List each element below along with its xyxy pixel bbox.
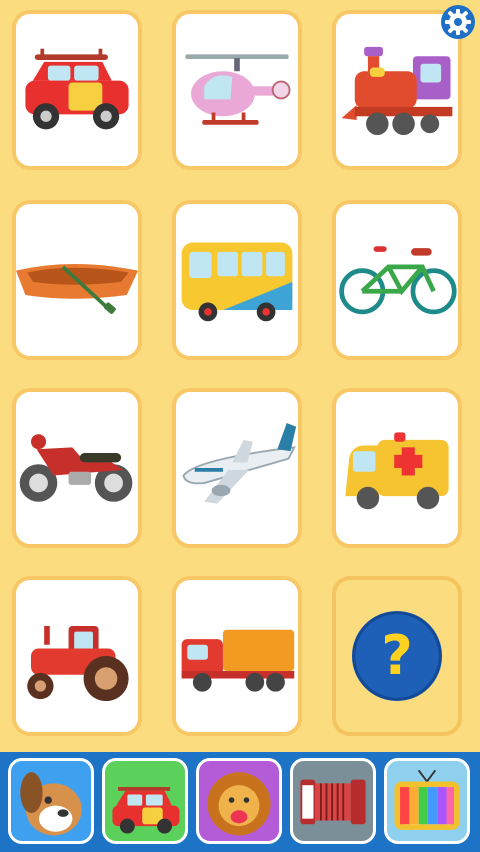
category-instruments-button[interactable] [290,758,376,844]
settings-button[interactable] [440,4,476,40]
vehicle-card-grid: ? [0,0,480,752]
tractor-icon [27,625,129,702]
lion-icon [207,772,271,836]
helicopter-icon [185,54,291,125]
category-vehicles-button[interactable] [102,758,188,844]
helicopter-card[interactable] [172,10,302,170]
dog-icon [20,772,82,836]
motorcycle-card[interactable] [12,388,142,548]
gear-icon [441,5,475,39]
airplane-icon [182,422,297,504]
category-wild-animals-button[interactable] [196,758,282,844]
motorcycle-icon [19,434,133,502]
bicycle-card[interactable] [332,200,462,360]
bus-card[interactable] [172,200,302,360]
ambulance-icon [345,432,449,510]
airplane-card[interactable] [172,388,302,548]
car-icon [112,787,180,834]
category-tv-button[interactable] [384,758,470,844]
question-icon: ? [351,610,443,702]
question-card[interactable]: ? [332,576,462,736]
question-glyph: ? [381,623,413,687]
bus-icon [181,242,293,322]
bicycle-icon [339,246,457,315]
truck-icon [181,629,295,692]
boat-card[interactable] [12,200,142,360]
ambulance-card[interactable] [332,388,462,548]
accordion-icon [300,779,366,825]
truck-card[interactable] [172,576,302,736]
car-card[interactable] [12,10,142,170]
car-icon [25,48,129,130]
tractor-card[interactable] [12,576,142,736]
category-animals-button[interactable] [8,758,94,844]
category-bar [0,752,480,852]
tv-icon [394,769,460,830]
boat-icon [16,264,138,314]
